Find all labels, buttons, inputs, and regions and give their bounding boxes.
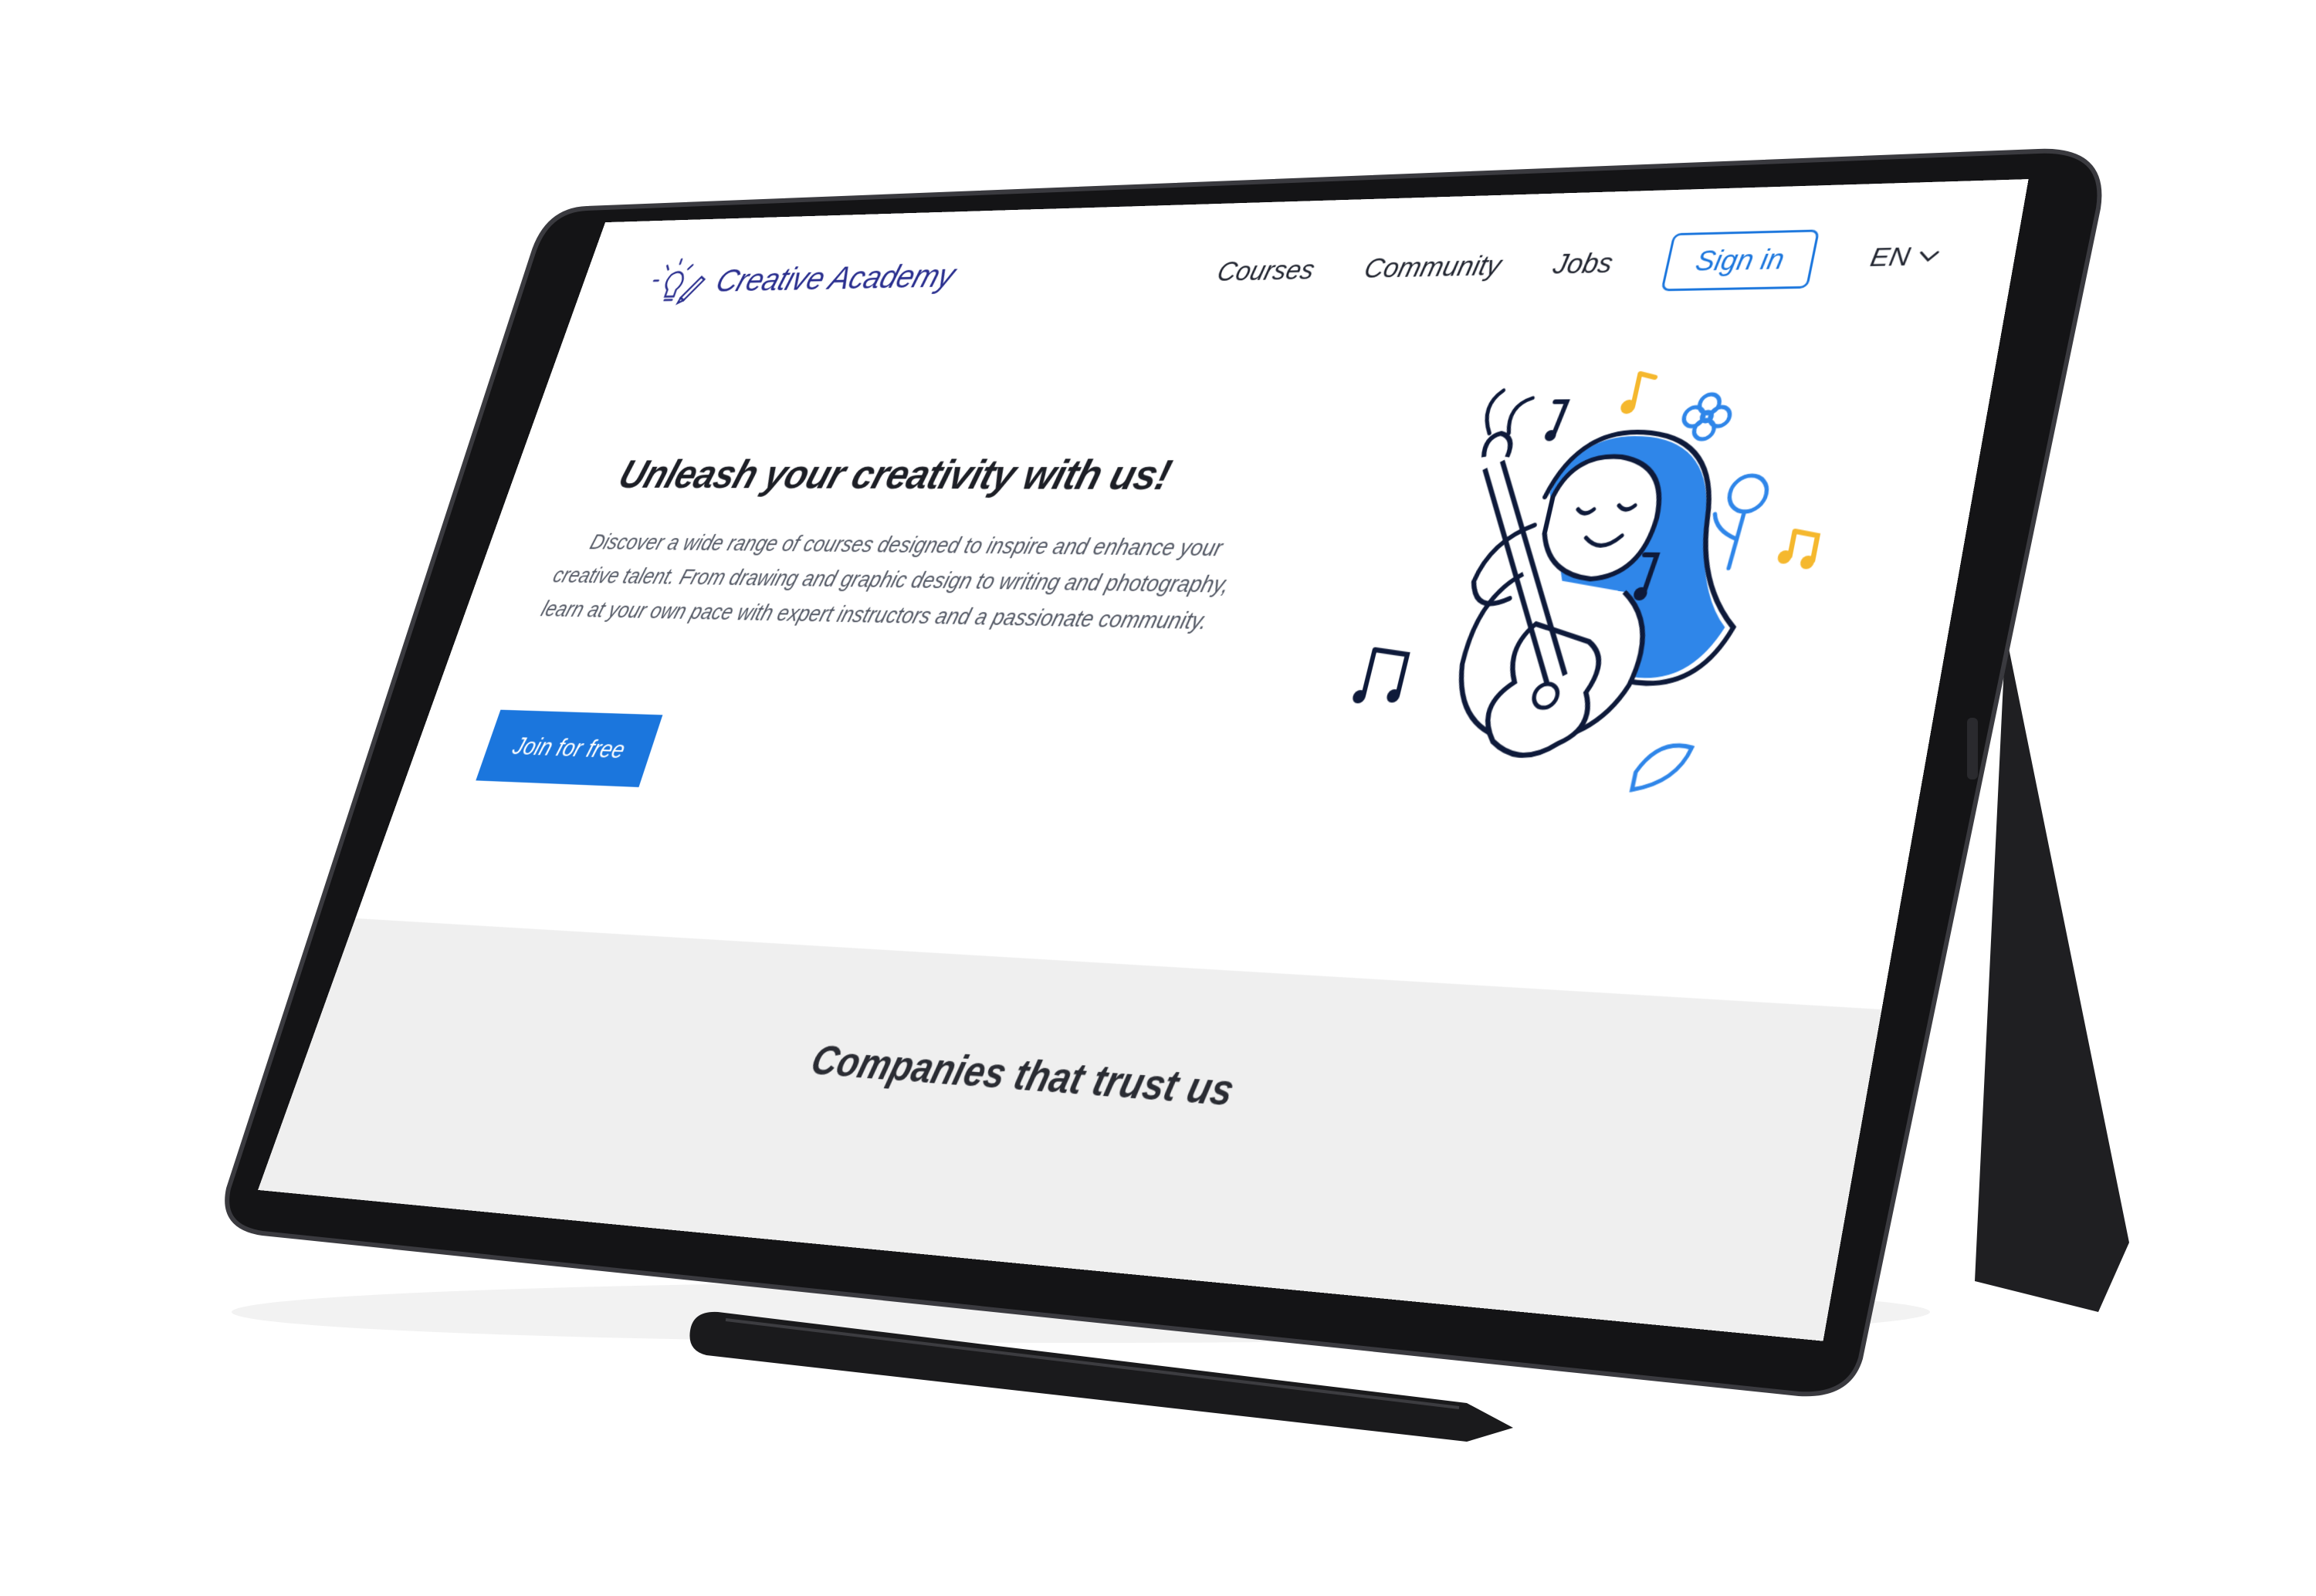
language-selector[interactable]: EN — [1867, 241, 1942, 273]
brand-logo[interactable]: Creative Academy — [641, 247, 963, 309]
trusted-companies-title: Companies that trust us — [805, 1037, 1239, 1116]
language-label: EN — [1867, 241, 1913, 272]
tablet-kickstand — [1975, 633, 2129, 1312]
power-button — [1967, 718, 1978, 779]
chevron-down-icon — [1917, 249, 1941, 264]
hero-title: Unleash your creativity with us! — [613, 450, 1177, 499]
join-for-free-button[interactable]: Join for free — [476, 709, 663, 788]
hero-description: Discover a wide range of courses designe… — [537, 530, 1233, 635]
sign-in-button[interactable]: Sign in — [1660, 229, 1820, 292]
lightbulb-pencil-icon — [641, 254, 714, 309]
nav-community[interactable]: Community — [1361, 250, 1504, 284]
nav-jobs[interactable]: Jobs — [1550, 248, 1616, 281]
nav-courses[interactable]: Courses — [1214, 255, 1319, 288]
girl-playing-guitar-illustration — [1351, 356, 1863, 831]
brand-name: Creative Academy — [711, 257, 960, 299]
main-nav: Courses Community Jobs Sign in EN — [1210, 226, 1945, 299]
